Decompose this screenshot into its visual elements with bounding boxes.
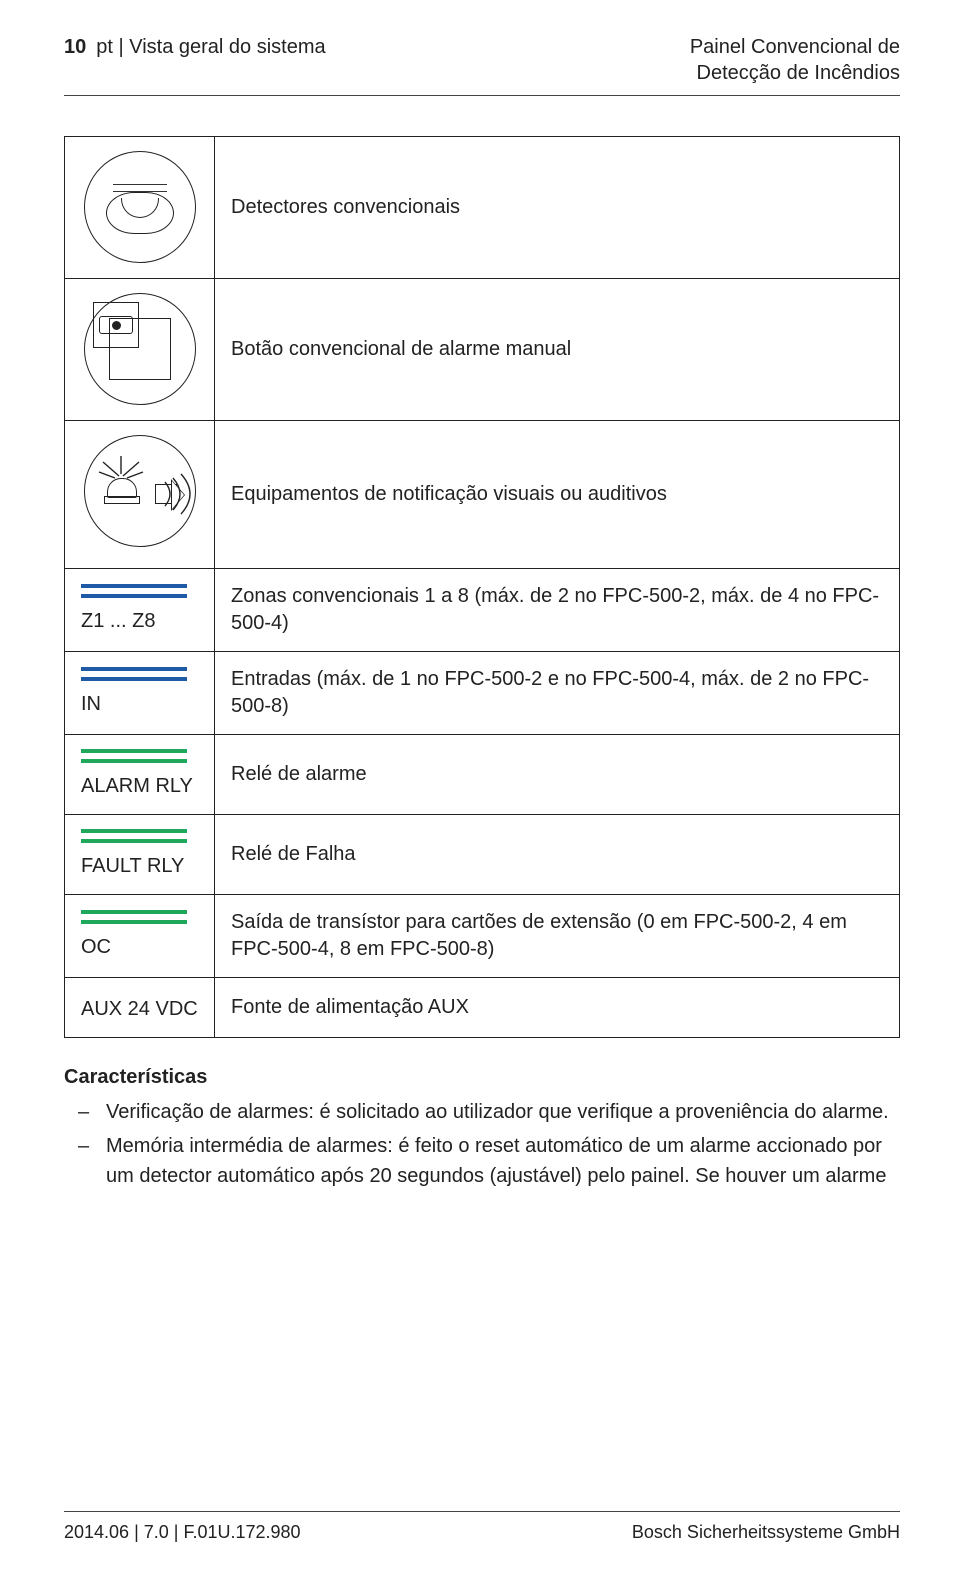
table-row: FAULT RLY Relé de Falha [65,814,900,894]
table-row: ALARM RLY Relé de alarme [65,734,900,814]
terminal-cell: FAULT RLY [65,814,215,894]
desc-cell: Entradas (máx. de 1 no FPC-500-2 e no FP… [215,651,900,734]
page-footer: 2014.06 | 7.0 | F.01U.172.980 Bosch Sich… [64,1511,900,1544]
desc-cell: Zonas convencionais 1 a 8 (máx. de 2 no … [215,568,900,651]
terminal-label: IN [81,691,198,718]
terminal-cell: IN [65,651,215,734]
terminal-label: FAULT RLY [81,853,198,880]
page-number: 10 [64,34,86,61]
footer-divider [64,1511,900,1512]
terminal-rail-icon [81,920,187,924]
terminal-rail-icon [81,677,187,681]
desc-cell: Detectores convencionais [215,136,900,278]
notification-device-icon [84,435,196,547]
doc-title: Painel Convencional de Detecção de Incên… [690,34,900,87]
terminal-rail-icon [81,829,187,833]
legend-table: Detectores convencionais Botão convencio… [64,136,900,1038]
footer-left: 2014.06 | 7.0 | F.01U.172.980 [64,1520,301,1544]
doc-title-line1: Painel Convencional de [690,34,900,60]
manual-call-point-icon [84,293,196,405]
terminal-rail-icon [81,594,187,598]
terminal-cell: AUX 24 VDC [65,977,215,1037]
terminal-label: Z1 ... Z8 [81,608,198,635]
breadcrumb-text: pt | Vista geral do sistema [96,34,325,61]
table-row: IN Entradas (máx. de 1 no FPC-500-2 e no… [65,651,900,734]
terminal-rail-icon [81,667,187,671]
icon-cell [65,278,215,420]
desc-cell: Equipamentos de notificação visuais ou a… [215,420,900,568]
feature-item: Verificação de alarmes: é solicitado ao … [106,1097,900,1127]
terminal-cell: Z1 ... Z8 [65,568,215,651]
feature-item: Memória intermédia de alarmes: é feito o… [106,1131,900,1191]
terminal-rail-icon [81,584,187,588]
terminal-rail-icon [81,759,187,763]
terminal-rail-icon [81,910,187,914]
desc-cell: Saída de transístor para cartões de exte… [215,894,900,977]
detector-icon [84,151,196,263]
table-row: Equipamentos de notificação visuais ou a… [65,420,900,568]
desc-cell: Relé de alarme [215,734,900,814]
doc-title-line2: Detecção de Incêndios [690,60,900,86]
terminal-label: OC [81,934,198,961]
terminal-rail-icon [81,839,187,843]
terminal-cell: OC [65,894,215,977]
table-row: OC Saída de transístor para cartões de e… [65,894,900,977]
terminal-cell: ALARM RLY [65,734,215,814]
header-divider [64,95,900,96]
table-row: Z1 ... Z8 Zonas convencionais 1 a 8 (máx… [65,568,900,651]
features-section: Características Verificação de alarmes: … [64,1064,900,1191]
desc-cell: Relé de Falha [215,814,900,894]
table-row: Botão convencional de alarme manual [65,278,900,420]
features-heading: Características [64,1064,900,1091]
desc-cell: Fonte de alimentação AUX [215,977,900,1037]
page-header: 10 pt | Vista geral do sistema Painel Co… [64,34,900,87]
footer-right: Bosch Sicherheitssysteme GmbH [632,1520,900,1544]
breadcrumb: 10 pt | Vista geral do sistema [64,34,326,61]
table-row: AUX 24 VDC Fonte de alimentação AUX [65,977,900,1037]
icon-cell [65,420,215,568]
terminal-label: ALARM RLY [81,773,198,800]
terminal-label: AUX 24 VDC [81,996,198,1023]
icon-cell [65,136,215,278]
desc-cell: Botão convencional de alarme manual [215,278,900,420]
terminal-rail-icon [81,749,187,753]
table-row: Detectores convencionais [65,136,900,278]
